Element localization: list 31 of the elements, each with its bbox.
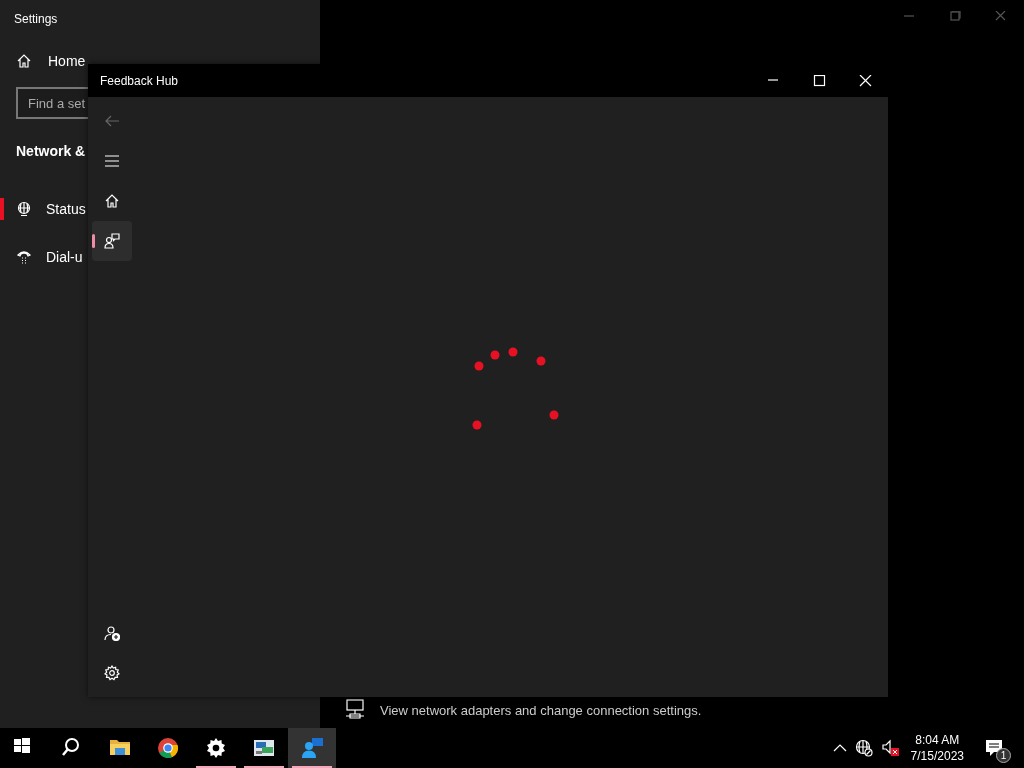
- window-title: Settings: [13, 11, 59, 28]
- section-title: Network &: [16, 142, 86, 161]
- sidebar-item[interactable]: Dial-u: [0, 240, 89, 274]
- chevron-up-icon: [832, 743, 847, 753]
- speaker-muted-icon: [880, 739, 899, 757]
- notifications-button[interactable]: 1: [972, 728, 1016, 768]
- taskbar-button[interactable]: [288, 728, 336, 768]
- gear-icon: [205, 737, 227, 759]
- home-nav-item[interactable]: Home: [0, 49, 102, 73]
- chrome-icon: [157, 737, 179, 759]
- nav-button[interactable]: [92, 221, 132, 261]
- feedback-icon: [104, 233, 120, 249]
- network-monitor-icon: [253, 737, 275, 759]
- settings-icon: [104, 665, 120, 681]
- globe-icon: [854, 739, 873, 757]
- back-arrow-icon: [104, 114, 120, 128]
- menu-icon: [104, 153, 120, 169]
- search-field[interactable]: Find a set: [16, 87, 88, 119]
- feedback-person-icon: [301, 737, 323, 759]
- maximize-icon: [947, 11, 963, 21]
- home-icon: [16, 53, 32, 69]
- notification-count: 1: [996, 748, 1011, 763]
- window-title: Feedback Hub: [99, 72, 179, 90]
- add-person-icon: [104, 625, 120, 641]
- globe-icon: [16, 201, 32, 217]
- dial-up-icon: [16, 249, 32, 265]
- home-icon: [104, 193, 120, 209]
- sidebar-item[interactable]: Status: [0, 192, 92, 226]
- description-text: View network adapters and change connection settings.: [380, 701, 702, 720]
- clock[interactable]: 8:04 AM 7/15/2023: [902, 732, 972, 764]
- network-adapter-icon: [344, 698, 366, 720]
